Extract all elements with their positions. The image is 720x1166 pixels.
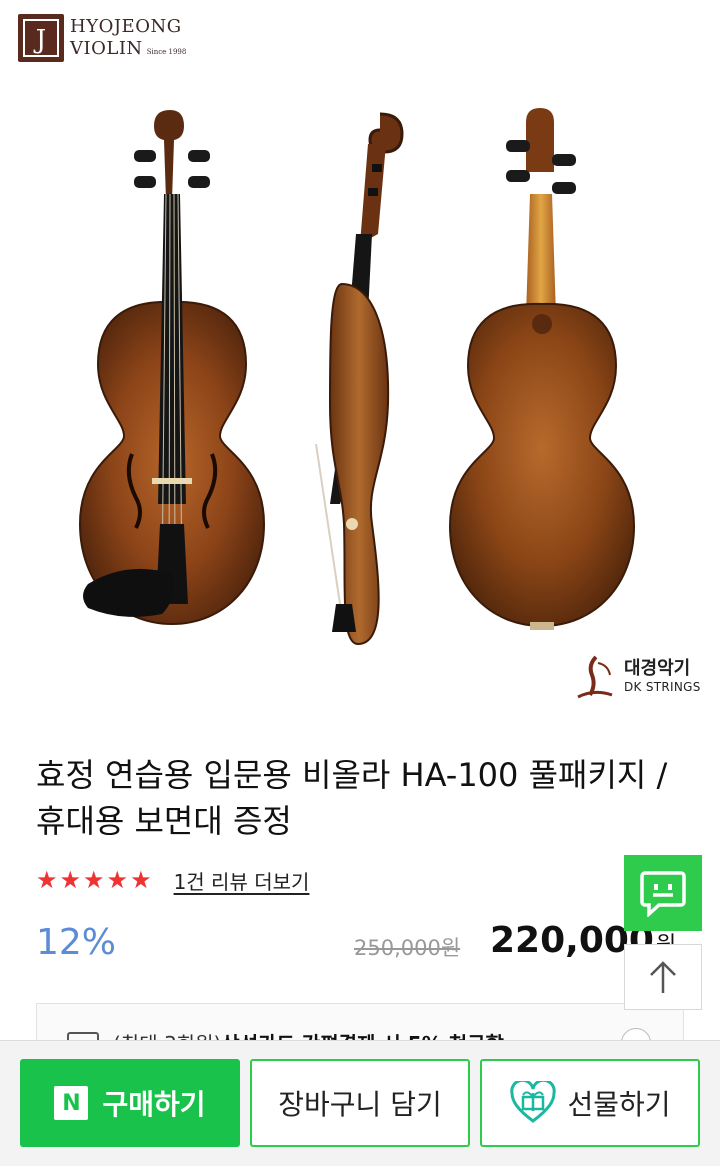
chat-icon [640,871,686,917]
arrow-up-icon [650,961,676,993]
dk-english-label: DK STRINGS [624,680,701,695]
logo-mark-icon: J [18,14,64,62]
viola-side-view [315,112,404,646]
add-to-cart-button[interactable]: 장바구니 담기 [250,1059,470,1147]
review-more-link[interactable]: 1건 리뷰 더보기 [174,866,310,895]
gift-label: 선물하기 [567,1088,671,1121]
gift-button[interactable]: 선물하기 [480,1059,700,1147]
bottom-action-bar: N 구매하기 장바구니 담기 선물하기 [0,1040,720,1166]
logo-line1: HYOJEONG [70,16,182,37]
star-icon: ★ [130,866,152,894]
logo-line2: VIOLIN [70,38,143,59]
star-icon: ★ [36,866,58,894]
svg-text:J: J [33,25,46,55]
buy-label: 구매하기 [102,1088,206,1121]
star-icon: ★ [83,866,105,894]
viola-back-view [448,108,636,630]
buy-button[interactable]: N 구매하기 [20,1059,240,1147]
talk-chat-button[interactable] [624,855,702,931]
discount-rate: 12% [36,922,117,963]
dk-strings-icon [577,655,613,699]
star-icon: ★ [59,866,82,894]
product-title: 효정 연습용 입문용 비올라 HA-100 풀패키지 / 휴대용 보면대 증정 [36,756,668,840]
original-price: 250,000원 [354,936,461,960]
viola-front-view [78,110,266,626]
naver-pay-icon: N [54,1086,89,1120]
dk-strings-logo: 대경악기 DK STRINGS [574,652,714,702]
rating-row: ★ ★ ★ ★ ★ 1건 리뷰 더보기 [36,864,309,896]
dk-korean-label: 대경악기 [624,657,691,679]
product-image[interactable] [0,84,720,724]
rating-stars: ★ ★ ★ ★ ★ [36,868,152,892]
store-logo[interactable]: J HYOJEONG VIOLIN Since 1998 [18,12,198,64]
logo-since: Since 1998 [146,48,187,56]
star-icon: ★ [106,866,129,894]
scroll-top-button[interactable] [624,944,702,1010]
cart-label: 장바구니 담기 [278,1088,442,1121]
gift-heart-icon [509,1081,557,1125]
